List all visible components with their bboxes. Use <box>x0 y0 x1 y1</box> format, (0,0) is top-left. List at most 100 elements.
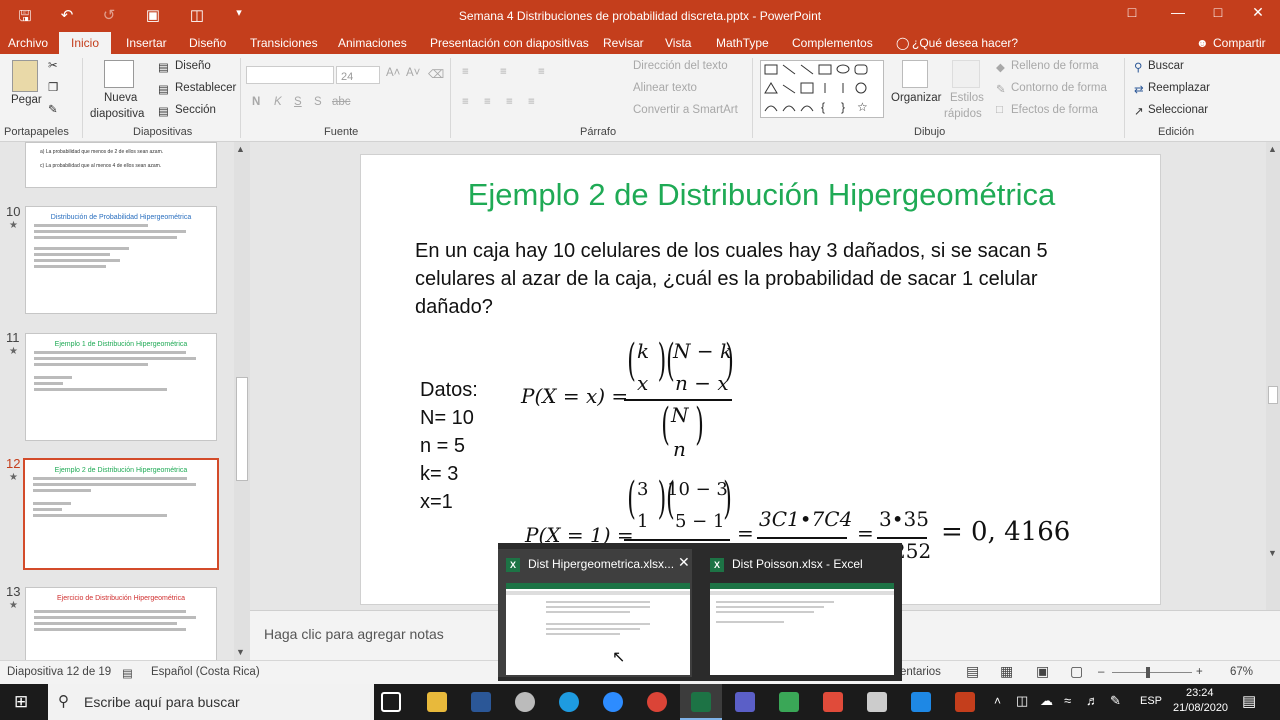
tray-chevron-icon[interactable]: ˄ <box>994 694 1001 708</box>
slide-thumbnail-12[interactable]: Ejemplo 2 de Distribución Hipergeométric… <box>23 458 219 570</box>
task-view-icon[interactable] <box>381 692 401 712</box>
replace-button[interactable]: Reemplazar <box>1148 82 1210 94</box>
zoom-slider[interactable] <box>1112 672 1192 673</box>
reading-view-icon[interactable]: ▣ <box>1036 663 1049 680</box>
scroll-up-icon[interactable]: ▲ <box>236 144 245 154</box>
scroll-up-icon[interactable]: ▲ <box>1268 144 1277 154</box>
close-preview-icon[interactable]: ✕ <box>678 554 690 571</box>
arrange-button[interactable]: Organizar <box>891 92 942 104</box>
app-icon[interactable] <box>779 692 799 712</box>
quick-styles-button[interactable]: Estilos <box>950 92 984 104</box>
align-text-button[interactable]: Alinear texto <box>633 82 697 94</box>
chrome-icon[interactable] <box>647 692 667 712</box>
close-button[interactable]: ✕ <box>1240 4 1276 21</box>
align-left-icon[interactable]: ≡ <box>462 96 469 108</box>
notes-placeholder[interactable]: Haga clic para agregar notas <box>264 626 444 642</box>
tab-vista[interactable]: Vista <box>665 36 691 50</box>
wifi-icon[interactable]: ≈ <box>1064 693 1071 708</box>
slide-canvas[interactable]: Ejemplo 2 de Distribución Hipergeométric… <box>360 154 1161 605</box>
zoom-slider-thumb[interactable] <box>1146 667 1150 678</box>
numbering-icon[interactable]: ≡ <box>500 66 507 78</box>
slide-sorter-icon[interactable]: ▦ <box>1000 663 1013 680</box>
app-icon[interactable] <box>823 692 843 712</box>
windows-start-icon[interactable]: ⊞ <box>14 692 28 712</box>
word-icon[interactable] <box>471 692 491 712</box>
teams-icon[interactable] <box>735 692 755 712</box>
preview-card-hipergeometrica[interactable]: X Dist Hipergeometrica.xlsx... ✕ ↖ <box>498 549 692 677</box>
ribbon-options-icon[interactable]: □ <box>1114 4 1150 20</box>
scroll-thumb[interactable] <box>236 377 248 481</box>
tab-insertar[interactable]: Insertar <box>126 36 167 50</box>
smartart-button[interactable]: Convertir a SmartArt <box>633 104 738 116</box>
spellcheck-icon[interactable]: ▤ <box>122 666 133 680</box>
clock-time[interactable]: 23:24 <box>1186 687 1214 699</box>
edge-icon[interactable] <box>559 692 579 712</box>
italic-button[interactable]: K <box>274 96 282 108</box>
clear-format-icon[interactable]: ⌫ <box>428 67 444 81</box>
editor-scrollbar[interactable]: ▲ ▼ <box>1266 142 1280 610</box>
layout-button[interactable]: Diseño <box>175 60 211 72</box>
tab-animaciones[interactable]: Animaciones <box>338 36 407 50</box>
slide-thumbnail-11[interactable]: Ejemplo 1 de Distribución Hipergeométric… <box>25 333 217 441</box>
new-slide-icon[interactable] <box>104 60 134 88</box>
tab-mathtype[interactable]: MathType <box>716 36 769 50</box>
tab-archivo[interactable]: Archivo <box>8 36 48 50</box>
font-name-input[interactable] <box>246 66 334 84</box>
strike-button[interactable]: abc <box>332 96 351 108</box>
justify-icon[interactable]: ≡ <box>528 96 535 108</box>
reset-button[interactable]: Restablecer <box>175 82 236 94</box>
arrange-icon[interactable] <box>902 60 928 88</box>
tab-presentacion[interactable]: Presentación con diapositivas <box>430 36 589 50</box>
preview-card-poisson[interactable]: X Dist Poisson.xlsx - Excel <box>702 549 896 677</box>
cut-icon[interactable]: ✂ <box>48 58 58 72</box>
share-button[interactable]: Compartir <box>1213 36 1266 50</box>
tab-complementos[interactable]: Complementos <box>792 36 873 50</box>
zoom-level[interactable]: 67% <box>1230 666 1253 678</box>
shape-outline-button[interactable]: Contorno de forma <box>1011 82 1107 94</box>
quick-styles-button-2[interactable]: rápidos <box>944 108 982 120</box>
notification-icon[interactable]: ▤ <box>1242 692 1256 710</box>
tray-icon[interactable]: ◫ <box>1016 693 1028 709</box>
bold-button[interactable]: N <box>252 96 260 108</box>
scroll-down-icon[interactable]: ▼ <box>1268 548 1277 558</box>
tab-transiciones[interactable]: Transiciones <box>250 36 318 50</box>
indent-icon[interactable]: ≡ <box>538 66 545 78</box>
shadow-button[interactable]: S <box>314 96 322 108</box>
slideshow-icon[interactable]: ▢ <box>1070 663 1083 680</box>
slide-thumbnail-13[interactable]: Ejercicio de Distribución Hipergeométric… <box>25 587 217 661</box>
maximize-button[interactable]: □ <box>1200 4 1236 20</box>
language[interactable]: Español (Costa Rica) <box>151 666 260 678</box>
thumbnails-scrollbar[interactable]: ▲ ▼ <box>234 142 250 660</box>
align-center-icon[interactable]: ≡ <box>484 96 491 108</box>
underline-button[interactable]: S <box>294 96 302 108</box>
zoom-out-icon[interactable]: – <box>1098 666 1104 678</box>
select-button[interactable]: Seleccionar <box>1148 104 1208 116</box>
paste-button[interactable]: Pegar <box>11 94 42 106</box>
zoom-app-icon[interactable] <box>603 692 623 712</box>
taskbar-search[interactable]: ⚲ Escribe aquí para buscar <box>48 684 374 720</box>
quick-styles-icon[interactable] <box>952 60 980 88</box>
new-slide-label[interactable]: Nueva <box>104 92 137 104</box>
shrink-font-icon[interactable]: A˅ <box>406 67 420 79</box>
clock-date[interactable]: 21/08/2020 <box>1173 702 1228 714</box>
paste-icon[interactable] <box>12 60 38 92</box>
font-size-input[interactable]: 24 <box>336 66 380 84</box>
zoom-in-icon[interactable]: + <box>1196 666 1203 678</box>
app-icon[interactable] <box>515 692 535 712</box>
text-direction-button[interactable]: Dirección del texto <box>633 60 728 72</box>
minimize-button[interactable]: — <box>1160 4 1196 20</box>
section-button[interactable]: Sección <box>175 104 216 116</box>
tab-diseno[interactable]: Diseño <box>189 36 226 50</box>
shapes-gallery[interactable]: {} ☆ <box>760 60 884 118</box>
app-icon[interactable] <box>911 692 931 712</box>
shape-fill-button[interactable]: Relleno de forma <box>1011 60 1099 72</box>
file-explorer-icon[interactable] <box>427 692 447 712</box>
format-painter-icon[interactable]: ✎ <box>48 102 58 116</box>
scroll-thumb[interactable] <box>1268 386 1278 404</box>
scroll-down-icon[interactable]: ▼ <box>236 647 245 657</box>
slide-body[interactable]: En un caja hay 10 celulares de los cuale… <box>415 237 1115 321</box>
slide-thumbnail-10[interactable]: Distribución de Probabilidad Hipergeomét… <box>25 206 217 314</box>
calculator-icon[interactable] <box>867 692 887 712</box>
slide-thumbnail-9[interactable]: a) La probabilidad que menos de 2 de ell… <box>25 142 217 188</box>
pen-icon[interactable]: ✎ <box>1110 693 1121 709</box>
